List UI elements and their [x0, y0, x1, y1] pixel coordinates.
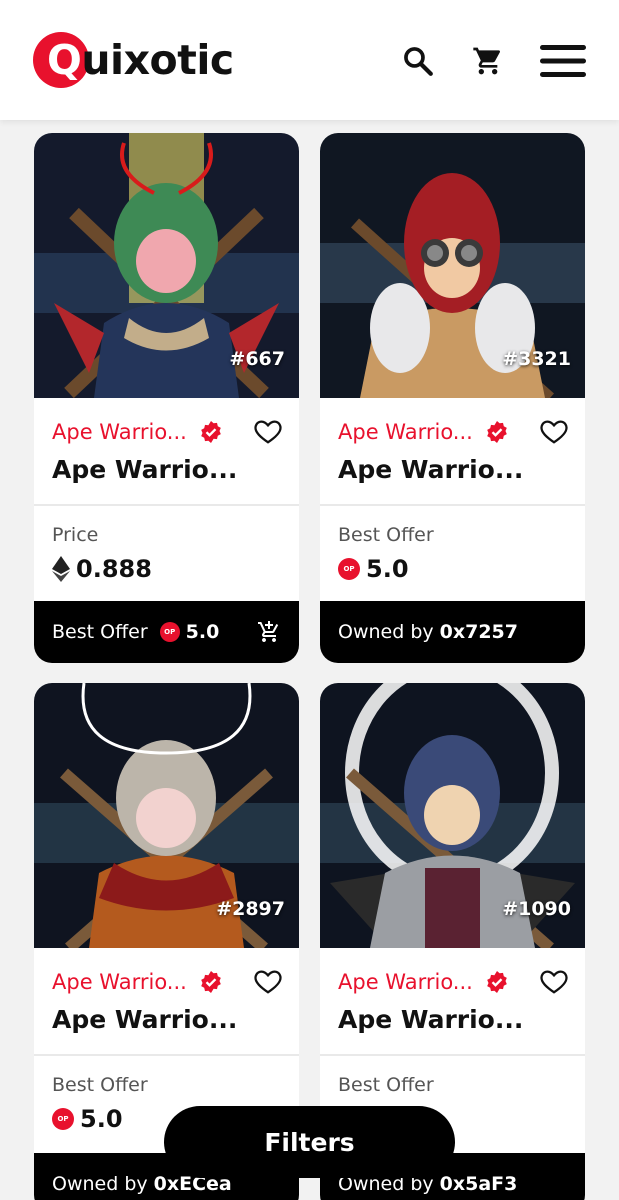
collection-row[interactable]: Ape Warrio...	[52, 967, 282, 997]
price-label: Best Offer	[338, 1074, 434, 1096]
collection-name[interactable]: Ape Warrio...	[52, 420, 187, 444]
collection-name[interactable]: Ape Warrio...	[338, 420, 473, 444]
price-row: OP 5.0	[52, 1105, 123, 1133]
heart-icon[interactable]	[253, 966, 283, 996]
verified-badge-icon	[201, 421, 221, 443]
menu-icon[interactable]	[539, 38, 587, 84]
divider	[34, 1054, 299, 1056]
price-value: 5.0	[80, 1105, 123, 1133]
add-to-cart-icon[interactable]	[257, 620, 281, 644]
op-icon: OP	[52, 1108, 74, 1130]
price-row: OP 5.0	[338, 555, 409, 583]
nft-card[interactable]: #667 Ape Warrio... Ape Warrio... Price 0…	[34, 133, 299, 663]
price-label: Best Offer	[338, 524, 434, 546]
item-name[interactable]: Ape Warrio...	[52, 455, 237, 484]
collection-row[interactable]: Ape Warrio...	[338, 967, 568, 997]
verified-badge-icon	[201, 971, 221, 993]
divider	[320, 1054, 585, 1056]
nft-card[interactable]: #3321 Ape Warrio... Ape Warrio... Best O…	[320, 133, 585, 663]
divider	[320, 504, 585, 506]
token-id: #2897	[216, 898, 285, 920]
nft-artwork[interactable]: #3321	[320, 133, 585, 398]
card-footer[interactable]: Owned by 0x7257	[320, 601, 585, 663]
price-row: 0.888	[52, 555, 152, 583]
cart-icon[interactable]	[465, 38, 511, 84]
heart-icon[interactable]	[539, 416, 569, 446]
token-id: #3321	[502, 348, 571, 370]
divider	[34, 504, 299, 506]
item-name[interactable]: Ape Warrio...	[338, 1005, 523, 1034]
logo-text: Quixotic	[47, 36, 234, 84]
eth-icon	[52, 556, 70, 582]
nft-artwork[interactable]: #667	[34, 133, 299, 398]
collection-name[interactable]: Ape Warrio...	[52, 970, 187, 994]
price-value: 5.0	[366, 555, 409, 583]
footer-label: Best Offer	[52, 621, 148, 643]
footer-label: Owned by	[52, 1173, 148, 1195]
app-header: Quixotic	[0, 0, 619, 120]
owner-address[interactable]: 0x7257	[440, 621, 518, 643]
op-icon: OP	[338, 558, 360, 580]
token-id: #1090	[502, 898, 571, 920]
heart-icon[interactable]	[539, 966, 569, 996]
quixotic-logo[interactable]: Quixotic	[33, 30, 234, 90]
nft-artwork[interactable]: #1090	[320, 683, 585, 948]
nft-artwork[interactable]: #2897	[34, 683, 299, 948]
heart-icon[interactable]	[253, 416, 283, 446]
price-label: Best Offer	[52, 1074, 148, 1096]
footer-label: Owned by	[338, 621, 434, 643]
owner-address[interactable]: 0x5aF3	[440, 1173, 518, 1195]
verified-badge-icon	[487, 971, 507, 993]
collection-row[interactable]: Ape Warrio...	[52, 417, 282, 447]
op-icon: OP	[159, 622, 180, 642]
item-name[interactable]: Ape Warrio...	[338, 455, 523, 484]
verified-badge-icon	[487, 421, 507, 443]
price-label: Price	[52, 524, 99, 546]
filters-button[interactable]: Filters	[164, 1106, 455, 1178]
token-id: #667	[229, 348, 285, 370]
collection-name[interactable]: Ape Warrio...	[338, 970, 473, 994]
footer-value: 5.0	[185, 621, 220, 643]
card-footer[interactable]: Best Offer OP 5.0	[34, 601, 299, 663]
search-icon[interactable]	[395, 38, 441, 84]
item-name[interactable]: Ape Warrio...	[52, 1005, 237, 1034]
price-value: 0.888	[76, 555, 152, 583]
collection-row[interactable]: Ape Warrio...	[338, 417, 568, 447]
